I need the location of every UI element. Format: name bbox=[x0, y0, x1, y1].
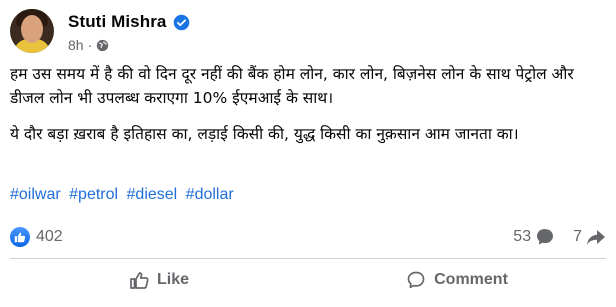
comment-bubble-icon bbox=[537, 229, 554, 245]
comment-label: Comment bbox=[434, 271, 508, 288]
like-button[interactable]: Like bbox=[10, 263, 308, 297]
reactions-summary[interactable]: 402 bbox=[10, 227, 63, 247]
comment-button[interactable]: Comment bbox=[308, 263, 606, 297]
hashtag-dollar[interactable]: #dollar bbox=[186, 186, 234, 203]
comment-count: 53 bbox=[513, 228, 532, 245]
comment-icon bbox=[407, 271, 425, 289]
hashtag-list: #oilwar #petrol #diesel #dollar bbox=[10, 186, 238, 204]
author-name[interactable]: Stuti Mishra bbox=[68, 12, 167, 32]
post-actions: Like Comment bbox=[10, 262, 606, 298]
hashtag-diesel[interactable]: #diesel bbox=[127, 186, 178, 203]
comment-count-button[interactable]: 53 bbox=[513, 227, 555, 247]
name-row: Stuti Mishra bbox=[68, 12, 190, 32]
time-row: 8h · bbox=[68, 37, 190, 53]
reaction-count: 402 bbox=[36, 228, 63, 245]
verified-badge-icon bbox=[173, 14, 190, 31]
like-reaction-icon bbox=[10, 227, 30, 247]
like-label: Like bbox=[156, 271, 189, 288]
post-stats: 402 53 7 bbox=[10, 225, 606, 249]
engagement-counts: 53 7 bbox=[495, 227, 606, 247]
share-count-button[interactable]: 7 bbox=[573, 227, 606, 247]
actions-divider bbox=[10, 258, 606, 259]
post-time[interactable]: 8h bbox=[68, 37, 84, 53]
avatar[interactable] bbox=[10, 9, 54, 53]
share-arrow-icon bbox=[587, 230, 605, 245]
share-count: 7 bbox=[573, 228, 582, 245]
separator-dot: · bbox=[87, 37, 93, 53]
hashtag-oilwar[interactable]: #oilwar bbox=[10, 186, 61, 203]
post-body: हम उस समय में है की वो दिन दूर नहीं की ब… bbox=[10, 62, 610, 146]
globe-icon[interactable] bbox=[96, 39, 109, 52]
hashtag-petrol[interactable]: #petrol bbox=[69, 186, 118, 203]
thumbs-up-icon bbox=[130, 272, 149, 289]
author-meta: Stuti Mishra 8h · bbox=[68, 12, 190, 53]
avatar-face bbox=[21, 15, 43, 43]
post-paragraph-1: हम उस समय में है की वो दिन दूर नहीं की ब… bbox=[10, 65, 574, 107]
post-header: Stuti Mishra 8h · bbox=[10, 9, 190, 53]
post-paragraph-2: ये दौर बड़ा ख़राब है इतिहास का, लड़ाई कि… bbox=[10, 125, 519, 143]
